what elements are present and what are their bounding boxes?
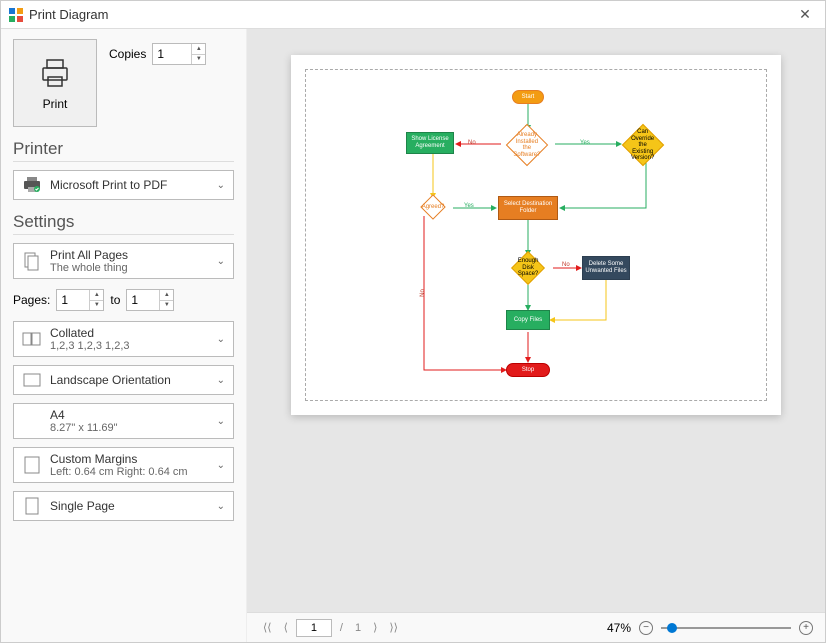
first-page-button[interactable]: ⟨⟨ <box>259 619 276 636</box>
scope-sub: The whole thing <box>50 262 209 274</box>
node-already-installed: Already Installed the Software? <box>506 124 548 166</box>
spin-up-icon[interactable]: ▲ <box>90 290 103 301</box>
chevron-down-icon: ⌄ <box>217 501 225 512</box>
pageset-select[interactable]: Single Page ⌄ <box>13 491 234 521</box>
spin-up-icon[interactable]: ▲ <box>160 290 173 301</box>
printer-section-title: Printer <box>13 139 234 162</box>
canvas[interactable]: Start Show License Agreement Already Ins… <box>247 29 825 612</box>
page-sep: / <box>336 620 347 636</box>
chevron-down-icon: ⌄ <box>217 416 225 427</box>
margins-title: Custom Margins <box>50 452 209 466</box>
node-stop: Stop <box>506 363 550 377</box>
collate-icon <box>22 331 42 347</box>
margins-icon <box>22 456 42 474</box>
pages-from-input[interactable] <box>57 290 89 310</box>
spin-up-icon[interactable]: ▲ <box>192 44 205 55</box>
page-total: 1 <box>351 620 365 636</box>
spin-down-icon[interactable]: ▼ <box>192 55 205 65</box>
edge-label-no: No <box>562 262 570 268</box>
sidebar: Print Copies ▲ ▼ Printer <box>1 29 247 642</box>
paper-title: A4 <box>50 408 209 422</box>
page-nav: ⟨⟨ ⟨ / 1 ⟩ ⟩⟩ <box>259 619 402 637</box>
node-enough-space: Enough Disk Space? <box>511 251 545 285</box>
node-copy-files: Copy Files <box>506 310 550 330</box>
node-select-dest: Select Destination Folder <box>498 196 558 220</box>
zoom-value: 47% <box>607 621 631 635</box>
paper-select[interactable]: A4 8.27" x 11.69" ⌄ <box>13 403 234 439</box>
print-dialog: Print Diagram ✕ Print Copies <box>0 0 826 643</box>
node-start: Start <box>512 90 544 104</box>
margins-sub: Left: 0.64 cm Right: 0.64 cm <box>50 466 209 478</box>
close-button[interactable]: ✕ <box>793 3 817 27</box>
node-can-override: Can Override the Existing Version? <box>622 124 664 166</box>
pages-from-spinner[interactable]: ▲▼ <box>56 289 104 311</box>
print-page: Start Show License Agreement Already Ins… <box>291 55 781 415</box>
copies-input[interactable] <box>153 44 191 64</box>
scope-select[interactable]: Print All Pages The whole thing ⌄ <box>13 243 234 279</box>
orientation-label: Landscape Orientation <box>50 373 209 387</box>
pages-icon <box>22 251 42 271</box>
margins-select[interactable]: Custom Margins Left: 0.64 cm Right: 0.64… <box>13 447 234 483</box>
preview-area: Start Show License Agreement Already Ins… <box>247 29 825 642</box>
zoom-in-button[interactable]: + <box>799 621 813 635</box>
window-title: Print Diagram <box>29 7 787 22</box>
settings-section-title: Settings <box>13 212 234 235</box>
zoom-slider[interactable] <box>661 627 791 629</box>
zoom-thumb[interactable] <box>667 623 677 633</box>
collate-sub: 1,2,3 1,2,3 1,2,3 <box>50 340 209 352</box>
copies-spinner[interactable]: ▲ ▼ <box>152 43 206 65</box>
zoom-out-button[interactable]: − <box>639 621 653 635</box>
prev-page-button[interactable]: ⟨ <box>280 619 292 636</box>
chevron-down-icon: ⌄ <box>217 375 225 386</box>
page-current-input[interactable] <box>296 619 332 637</box>
node-show-license: Show License Agreement <box>406 132 454 154</box>
statusbar: ⟨⟨ ⟨ / 1 ⟩ ⟩⟩ 47% − + <box>247 612 825 642</box>
printer-device-icon <box>22 176 42 194</box>
copies-label: Copies <box>109 47 146 61</box>
pageset-label: Single Page <box>50 499 209 513</box>
connectors <box>306 70 766 400</box>
chevron-down-icon: ⌄ <box>217 334 225 345</box>
edge-label-no: No <box>420 289 426 297</box>
print-button[interactable]: Print <box>13 39 97 127</box>
chevron-down-icon: ⌄ <box>217 180 225 191</box>
edge-label-yes: Yes <box>464 203 474 209</box>
node-agreed: Agreed? <box>420 194 445 219</box>
orientation-select[interactable]: Landscape Orientation ⌄ <box>13 365 234 395</box>
spin-down-icon[interactable]: ▼ <box>160 301 173 311</box>
printer-select[interactable]: Microsoft Print to PDF ⌄ <box>13 170 234 200</box>
collate-select[interactable]: Collated 1,2,3 1,2,3 1,2,3 ⌄ <box>13 321 234 357</box>
paper-sub: 8.27" x 11.69" <box>50 422 209 434</box>
orientation-icon <box>22 373 42 387</box>
last-page-button[interactable]: ⟩⟩ <box>385 619 402 636</box>
printer-icon <box>37 55 73 91</box>
next-page-button[interactable]: ⟩ <box>369 619 381 636</box>
titlebar: Print Diagram ✕ <box>1 1 825 29</box>
node-delete-files: Delete Some Unwanted Files <box>582 256 630 280</box>
zoom-controls: 47% − + <box>607 621 813 635</box>
chevron-down-icon: ⌄ <box>217 256 225 267</box>
pages-to-input[interactable] <box>127 290 159 310</box>
scope-title: Print All Pages <box>50 248 209 262</box>
page-icon <box>22 497 42 515</box>
collate-title: Collated <box>50 326 209 340</box>
pages-to-spinner[interactable]: ▲▼ <box>126 289 174 311</box>
chevron-down-icon: ⌄ <box>217 460 225 471</box>
pages-label: Pages: <box>13 293 50 307</box>
edge-label-no: No <box>468 140 476 146</box>
spin-down-icon[interactable]: ▼ <box>90 301 103 311</box>
printer-name: Microsoft Print to PDF <box>50 178 209 192</box>
app-icon <box>9 8 23 22</box>
print-label: Print <box>43 97 68 111</box>
pages-to-label: to <box>110 293 120 307</box>
edge-label-yes: Yes <box>580 140 590 146</box>
